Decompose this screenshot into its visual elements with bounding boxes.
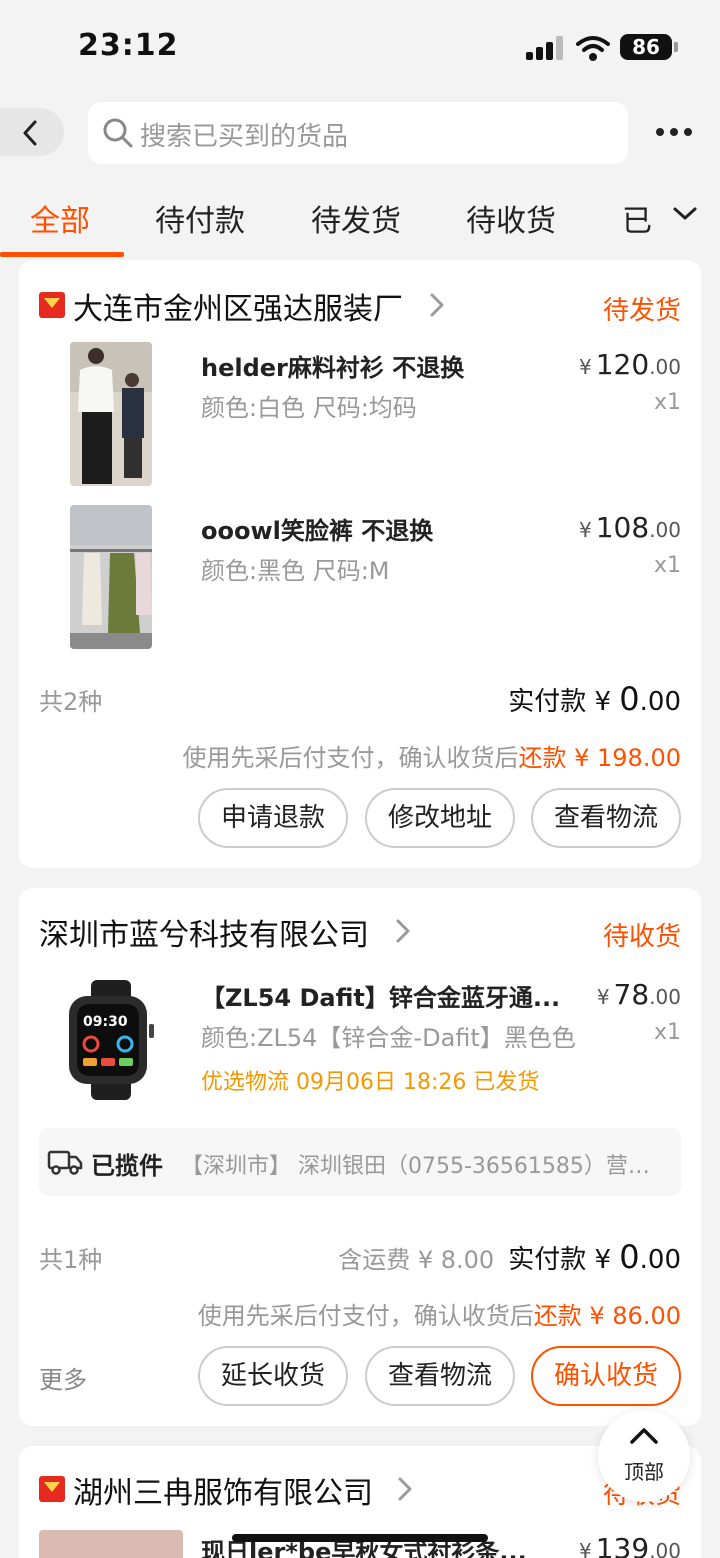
chevron-right-icon <box>398 1477 412 1501</box>
search-icon <box>103 118 133 148</box>
status-bar: 23:12 86 <box>0 0 720 96</box>
view-logistics-button[interactable]: 查看物流 <box>365 1346 515 1406</box>
back-chevron-icon <box>23 120 37 146</box>
item-quantity: x1 <box>653 390 681 415</box>
more-dots-icon[interactable] <box>656 120 692 144</box>
item-quantity: x1 <box>653 553 681 578</box>
wifi-icon <box>576 34 610 62</box>
pay-later-note: 使用先采后付支付，确认收货后还款 ¥ 86.00 <box>197 1302 681 1330</box>
item-spec: 颜色:黑色 尺码:M <box>201 557 390 585</box>
item-price: ¥78.00 <box>596 978 681 1011</box>
item-spec: 颜色:ZL54【锌合金-Dafit】黑色色 <box>201 1024 576 1052</box>
item-quantity: x1 <box>653 1020 681 1045</box>
status-time: 23:12 <box>78 28 179 63</box>
product-image[interactable] <box>39 1530 183 1558</box>
item-price: ¥108.00 <box>579 511 681 544</box>
shop-logo-icon <box>39 292 65 318</box>
paid-amount: 实付款 ¥ 0.00 <box>508 680 681 718</box>
logistics-status: 已揽件 <box>91 1152 163 1180</box>
logistics-detail: 【深圳市】 深圳银田（0755-36561585）营业部 <box>181 1154 671 1179</box>
chevron-right-icon <box>430 293 444 317</box>
order-status: 待收货 <box>602 922 681 952</box>
change-address-button[interactable]: 修改地址 <box>365 788 515 848</box>
product-image[interactable]: 09:30 <box>51 980 171 1100</box>
item-kinds-count: 共2种 <box>39 688 103 716</box>
item-spec: 颜色:白色 尺码:均码 <box>201 394 417 422</box>
watch-face-time: 09:30 <box>83 1014 128 1030</box>
view-logistics-button[interactable]: 查看物流 <box>531 788 681 848</box>
shop-row[interactable]: 大连市金州区强达服装厂 待发货 <box>19 284 701 328</box>
tab-completed-partial[interactable]: 已 <box>622 196 652 240</box>
request-refund-button[interactable]: 申请退款 <box>198 788 348 848</box>
shop-logo-icon <box>39 1476 65 1502</box>
order-card: 深圳市蓝兮科技有限公司 待收货 09:30 【ZL54 Dafit】锌合金蓝牙通… <box>19 888 701 1426</box>
search-input[interactable]: 搜索已买到的货品 <box>88 102 628 164</box>
extend-receipt-button[interactable]: 延长收货 <box>198 1346 348 1406</box>
item-kinds-count: 共1种 <box>39 1246 103 1274</box>
scroll-to-top-button[interactable]: 顶部 <box>598 1410 690 1502</box>
search-placeholder: 搜索已买到的货品 <box>140 122 349 152</box>
logistics-bar[interactable]: 已揽件 【深圳市】 深圳银田（0755-36561585）营业部 <box>39 1128 681 1196</box>
shop-name[interactable]: 深圳市蓝兮科技有限公司 <box>39 910 369 954</box>
scroll-to-top-label: 顶部 <box>624 1460 664 1484</box>
product-image[interactable] <box>70 342 152 486</box>
item-price: ¥139.00 <box>579 1532 681 1558</box>
item-price: ¥120.00 <box>579 348 681 381</box>
order-tabs: 全部 待付款 待发货 待收货 已 <box>0 182 720 258</box>
truck-icon <box>47 1150 83 1175</box>
chevron-down-icon[interactable] <box>672 206 698 222</box>
signal-icon <box>526 36 564 60</box>
shop-name[interactable]: 大连市金州区强达服装厂 <box>73 284 403 328</box>
battery-indicator: 86 <box>620 34 672 60</box>
item-title[interactable]: helder麻料衬衫 不退换 <box>201 348 464 383</box>
product-image[interactable] <box>70 505 152 649</box>
paid-amount: 含运费 ¥ 8.00 实付款 ¥ 0.00 <box>338 1238 681 1276</box>
tab-pending-shipment[interactable]: 待发货 <box>311 196 401 240</box>
order-status: 待发货 <box>602 296 681 326</box>
item-title[interactable]: 【ZL54 Dafit】锌合金蓝牙通... <box>201 978 560 1013</box>
tab-pending-payment[interactable]: 待付款 <box>155 196 245 240</box>
shipping-info: 优选物流 09月06日 18:26 已发货 <box>201 1070 540 1095</box>
item-title[interactable]: ooowl笑脸裤 不退换 <box>201 511 433 546</box>
more-actions-link[interactable]: 更多 <box>39 1360 87 1395</box>
tab-all[interactable]: 全部 <box>30 196 90 240</box>
back-button[interactable] <box>0 108 64 156</box>
shop-row[interactable]: 深圳市蓝兮科技有限公司 待收货 <box>19 910 701 954</box>
arrow-up-icon <box>630 1428 658 1444</box>
battery-cap <box>674 42 678 52</box>
active-tab-indicator <box>0 252 124 257</box>
order-card: 大连市金州区强达服装厂 待发货 helder麻料衬衫 不退换 颜色:白色 尺码:… <box>19 260 701 868</box>
shop-name[interactable]: 湖州三冉服饰有限公司 <box>73 1468 373 1512</box>
pay-later-note: 使用先采后付支付，确认收货后还款 ¥ 198.00 <box>182 744 681 772</box>
tab-pending-receipt[interactable]: 待收货 <box>466 196 556 240</box>
confirm-receipt-button[interactable]: 确认收货 <box>531 1346 681 1406</box>
home-indicator <box>232 1534 488 1542</box>
chevron-right-icon <box>396 919 410 943</box>
